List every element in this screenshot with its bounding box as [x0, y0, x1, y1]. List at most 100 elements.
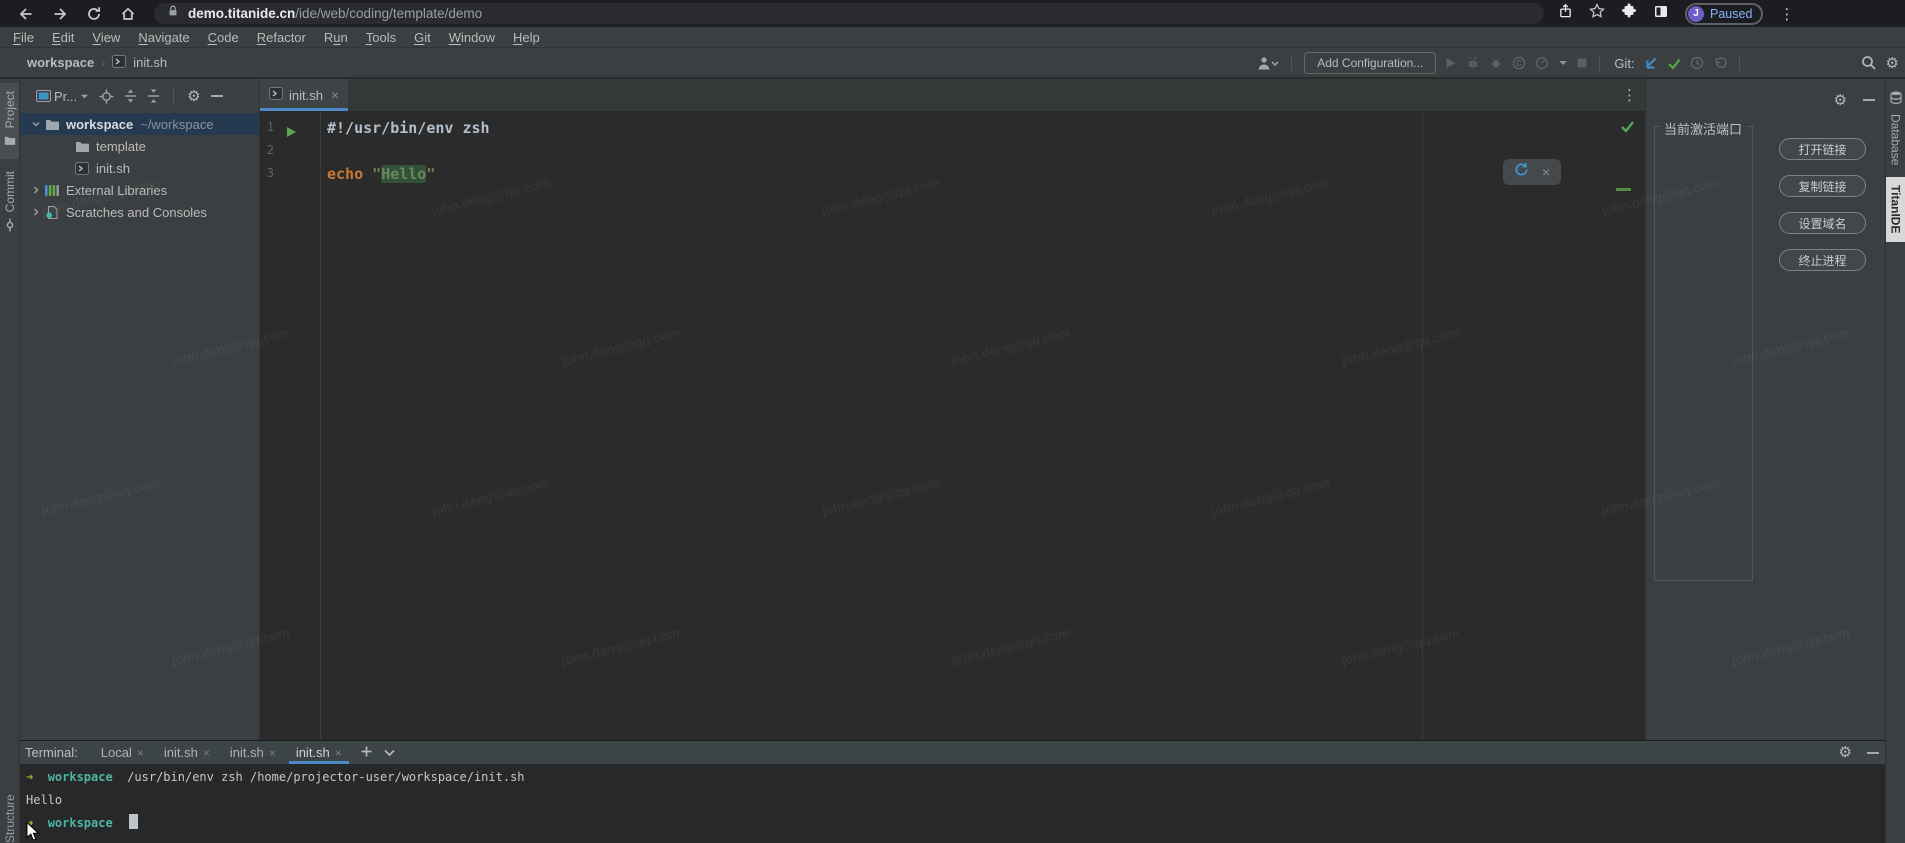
expand-all-icon[interactable]	[124, 89, 137, 103]
shell-icon	[74, 162, 90, 175]
browser-back-icon[interactable]	[18, 6, 34, 22]
tree-item-external-libraries[interactable]: External Libraries	[20, 179, 259, 201]
tree-item-scratches-and-consoles[interactable]: Scratches and Consoles	[20, 201, 259, 223]
code-line-3: 3echo "Hello"	[260, 162, 1645, 185]
stripe-project-tab[interactable]: Project	[0, 83, 19, 159]
terminal-dropdown-chevron-icon[interactable]	[384, 744, 395, 762]
inspections-ok-icon[interactable]	[1620, 120, 1635, 138]
close-tab-icon[interactable]: ×	[269, 746, 276, 760]
scrollbar-highlight-mark	[1616, 188, 1631, 191]
menu-tools[interactable]: Tools	[357, 30, 405, 45]
collapse-all-icon[interactable]	[147, 89, 160, 103]
debug-bug-icon[interactable]	[1466, 56, 1480, 70]
terminal-cursor	[129, 814, 138, 829]
code-line-1: 1#!/usr/bin/env zsh	[260, 116, 1645, 139]
profiler-gauge-icon[interactable]	[1535, 56, 1549, 70]
tree-item-template[interactable]: template	[20, 135, 259, 157]
stripe-database-tab[interactable]: Database	[1886, 83, 1905, 173]
coverage-icon[interactable]	[1489, 56, 1503, 70]
url-bar[interactable]: demo.titanide.cn/ide/web/coding/template…	[154, 3, 1544, 24]
menu-code[interactable]: Code	[199, 30, 248, 45]
tree-item-label: workspace	[66, 117, 133, 132]
stripe-titanide-tab[interactable]: TitanIDE	[1886, 177, 1905, 241]
close-tab-icon[interactable]: ×	[203, 746, 210, 760]
user-dropdown-icon[interactable]	[1257, 56, 1279, 71]
search-icon[interactable]	[1861, 55, 1877, 71]
side-panel-icon[interactable]	[1653, 4, 1669, 24]
editor-tab-init-sh[interactable]: init.sh ×	[260, 79, 348, 111]
active-ports-list[interactable]	[1654, 126, 1753, 581]
tree-item-workspace[interactable]: workspace~/workspace	[20, 113, 259, 135]
locate-icon[interactable]	[99, 89, 114, 104]
rerun-sync-icon[interactable]	[1514, 162, 1529, 182]
breadcrumb-file[interactable]: init.sh	[133, 55, 167, 70]
editor-body[interactable]: 1#!/usr/bin/env zsh23echo "Hello" ×	[260, 112, 1645, 740]
settings-gear-icon[interactable]: ⚙	[1886, 56, 1899, 71]
terminal-prompt-line: ➜ workspace	[26, 812, 1885, 835]
share-icon[interactable]	[1558, 3, 1573, 24]
hide-terminal-icon[interactable]	[1867, 751, 1879, 755]
menu-navigate[interactable]: Navigate	[129, 30, 198, 45]
profiler-c-icon[interactable]: C	[1512, 56, 1526, 70]
hide-panel-icon[interactable]	[211, 94, 223, 98]
port-action-button-1[interactable]: 复制链接	[1779, 175, 1866, 197]
menu-view[interactable]: View	[83, 30, 129, 45]
menu-git[interactable]: Git	[405, 30, 440, 45]
chevron-down-icon[interactable]	[28, 119, 44, 129]
browser-menu-icon[interactable]: ⋮	[1779, 5, 1794, 23]
port-action-button-2[interactable]: 设置域名	[1779, 212, 1866, 234]
history-clock-icon[interactable]	[1690, 56, 1704, 70]
terminal-settings-gear-icon[interactable]: ⚙	[1839, 745, 1852, 760]
divider	[1291, 55, 1292, 71]
stripe-structure-tab[interactable]: Structure	[0, 782, 20, 843]
browser-reload-icon[interactable]	[86, 6, 102, 22]
browser-chrome: demo.titanide.cn/ide/web/coding/template…	[0, 0, 1905, 27]
terminal-output[interactable]: ➜ workspace /usr/bin/env zsh /home/proje…	[20, 764, 1885, 835]
add-configuration-button[interactable]: Add Configuration...	[1304, 52, 1436, 74]
menu-refactor[interactable]: Refactor	[248, 30, 315, 45]
avatar: J	[1688, 6, 1704, 22]
close-tab-icon[interactable]: ×	[331, 87, 339, 103]
close-tab-icon[interactable]: ×	[335, 746, 342, 760]
extensions-puzzle-icon[interactable]	[1621, 3, 1637, 24]
divider	[1599, 55, 1600, 71]
divider	[1739, 55, 1740, 71]
git-update-icon[interactable]	[1644, 56, 1658, 70]
menu-file[interactable]: File	[4, 30, 43, 45]
menu-edit[interactable]: Edit	[43, 30, 83, 45]
profile-paused-pill[interactable]: J Paused	[1685, 3, 1763, 25]
hide-panel-icon[interactable]	[1863, 98, 1875, 102]
terminal-tab-2[interactable]: init.sh×	[223, 741, 283, 764]
chevron-right-icon[interactable]	[28, 185, 44, 195]
terminal-tab-3[interactable]: init.sh×	[289, 741, 349, 764]
close-tab-icon[interactable]: ×	[137, 746, 144, 760]
terminal-tab-0[interactable]: Local×	[94, 741, 151, 764]
port-action-button-3[interactable]: 终止进程	[1779, 249, 1866, 271]
project-view-selector[interactable]: Pr...	[36, 89, 89, 104]
panel-settings-gear-icon[interactable]: ⚙	[187, 89, 200, 104]
menu-help[interactable]: Help	[504, 30, 549, 45]
menu-window[interactable]: Window	[440, 30, 504, 45]
chevron-down-icon[interactable]	[1558, 59, 1568, 67]
run-icon[interactable]	[1445, 57, 1457, 69]
git-commit-check-icon[interactable]	[1667, 57, 1681, 70]
stripe-commit-tab[interactable]: Commit	[0, 163, 19, 244]
terminal-tab-bar: Terminal: Local×init.sh×init.sh×init.sh×…	[20, 741, 1885, 764]
divider	[173, 88, 174, 104]
close-widget-icon[interactable]: ×	[1542, 164, 1550, 180]
panel-settings-gear-icon[interactable]: ⚙	[1834, 93, 1847, 108]
bookmark-star-icon[interactable]	[1589, 3, 1605, 24]
tree-item-init-sh[interactable]: init.sh	[20, 157, 259, 179]
right-tool-stripe: Database TitanIDE	[1885, 79, 1905, 843]
menu-run[interactable]: Run	[315, 30, 357, 45]
browser-home-icon[interactable]	[120, 6, 136, 22]
terminal-tab-1[interactable]: init.sh×	[157, 741, 217, 764]
browser-forward-icon[interactable]	[52, 6, 68, 22]
port-action-button-0[interactable]: 打开链接	[1779, 138, 1866, 160]
rollback-icon[interactable]	[1713, 56, 1727, 70]
new-terminal-icon[interactable]	[361, 744, 372, 762]
stop-icon[interactable]	[1577, 58, 1587, 68]
chevron-right-icon[interactable]	[28, 207, 44, 217]
breadcrumb-root[interactable]: workspace	[27, 55, 94, 70]
tab-options-kebab-icon[interactable]: ⋮	[1622, 79, 1637, 111]
